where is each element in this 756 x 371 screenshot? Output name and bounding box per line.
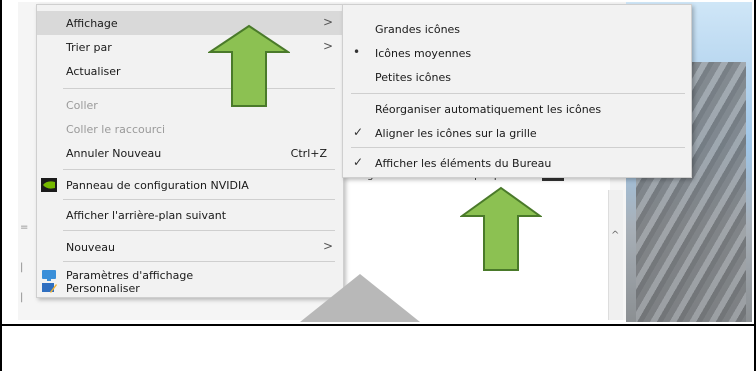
- edge-mark: |: [20, 292, 24, 303]
- menu-item-personnaliser[interactable]: Personnaliser: [37, 281, 343, 297]
- menu-separator: [63, 230, 335, 231]
- background-scrollbar[interactable]: ^: [608, 190, 623, 320]
- menu-item-nvidia[interactable]: Panneau de configuration NVIDIA: [37, 173, 343, 197]
- submenu-item-aligner-grille[interactable]: ✓ Aligner les icônes sur la grille: [343, 121, 691, 145]
- chevron-right-icon: >: [322, 239, 333, 253]
- menu-item-coller: Coller: [66, 99, 98, 112]
- nvidia-icon: [41, 178, 57, 192]
- menu-separator: [63, 169, 335, 170]
- menu-item-trier-par[interactable]: Trier par >: [37, 35, 343, 59]
- figure-divider: [0, 324, 756, 326]
- edge-mark: |: [20, 262, 24, 273]
- submenu-separator: [351, 93, 685, 94]
- chevron-right-icon: >: [322, 15, 333, 29]
- menu-item-actualiser[interactable]: Actualiser: [37, 59, 343, 83]
- annotation-arrow-up-icon: [460, 186, 542, 272]
- affichage-submenu: Grandes icônes • Icônes moyennes Petites…: [342, 4, 692, 178]
- submenu-item-afficher-elements[interactable]: ✓ Afficher les éléments du Bureau: [343, 151, 691, 175]
- menu-item-affichage[interactable]: Affichage >: [37, 11, 343, 35]
- submenu-item-reorganiser[interactable]: Réorganiser automatiquement les icônes: [343, 97, 691, 121]
- menu-separator: [63, 261, 335, 262]
- menu-separator: [63, 199, 335, 200]
- annotation-arrow-up-icon: [208, 24, 290, 108]
- submenu-item-petites-icones[interactable]: Petites icônes: [343, 65, 691, 89]
- submenu-item-icones-moyennes[interactable]: • Icônes moyennes: [343, 41, 691, 65]
- checkmark-icon: ✓: [353, 125, 364, 139]
- chevron-right-icon: >: [322, 39, 333, 53]
- desktop-context-menu: Affichage > Trier par > Actualiser Colle…: [36, 4, 344, 298]
- menu-item-arriere-plan[interactable]: Afficher l'arrière-plan suivant: [37, 203, 343, 227]
- display-settings-icon: [41, 268, 57, 282]
- menu-item-coller-raccourci: Coller le raccourci: [66, 123, 166, 136]
- shortcut-text: Ctrl+Z: [290, 147, 327, 160]
- menu-separator: [63, 88, 335, 89]
- submenu-item-grandes-icones[interactable]: Grandes icônes: [343, 17, 691, 41]
- menu-item-nouveau[interactable]: Nouveau >: [37, 235, 343, 259]
- edge-mark: =: [20, 222, 29, 233]
- scroll-up-arrow-icon[interactable]: ^: [611, 230, 619, 241]
- submenu-separator: [351, 147, 685, 148]
- menu-item-annuler-nouveau[interactable]: Annuler Nouveau Ctrl+Z: [37, 141, 343, 165]
- checkmark-icon: ✓: [353, 155, 364, 169]
- grey-pointer-triangle-icon: [300, 274, 420, 322]
- personalize-icon: [41, 281, 57, 295]
- radio-dot-icon: •: [353, 45, 361, 59]
